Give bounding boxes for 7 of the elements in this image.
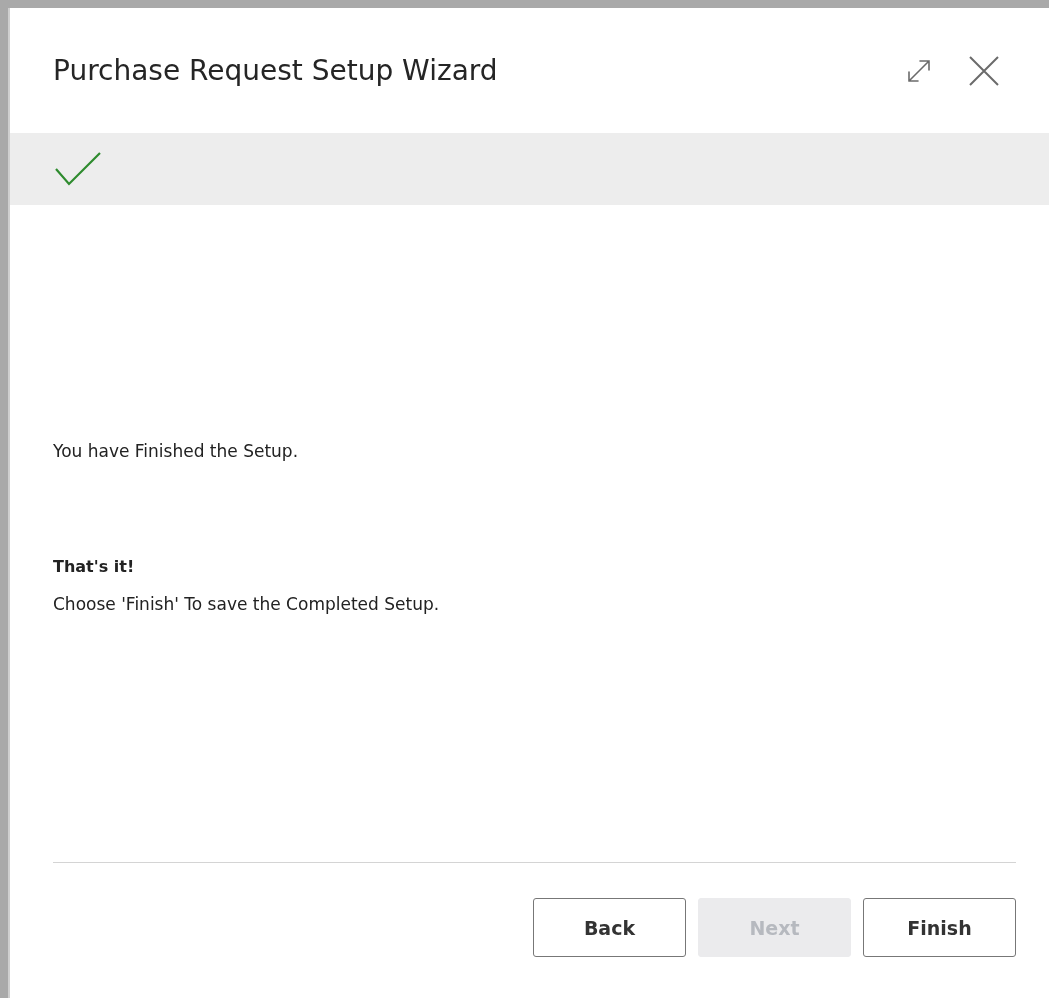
message-text: You have Finished the Setup. <box>53 441 300 461</box>
message-text: Choose 'Finish' To save the Completed Setup. <box>53 594 441 614</box>
close-icon[interactable] <box>969 55 999 86</box>
dialog-title: Purchase Request Setup Wizard <box>53 54 498 87</box>
wizard-button[interactable]: Back <box>533 898 686 957</box>
message-heading: That's it! <box>53 557 136 576</box>
wizard-button[interactable]: Finish <box>863 898 1016 957</box>
